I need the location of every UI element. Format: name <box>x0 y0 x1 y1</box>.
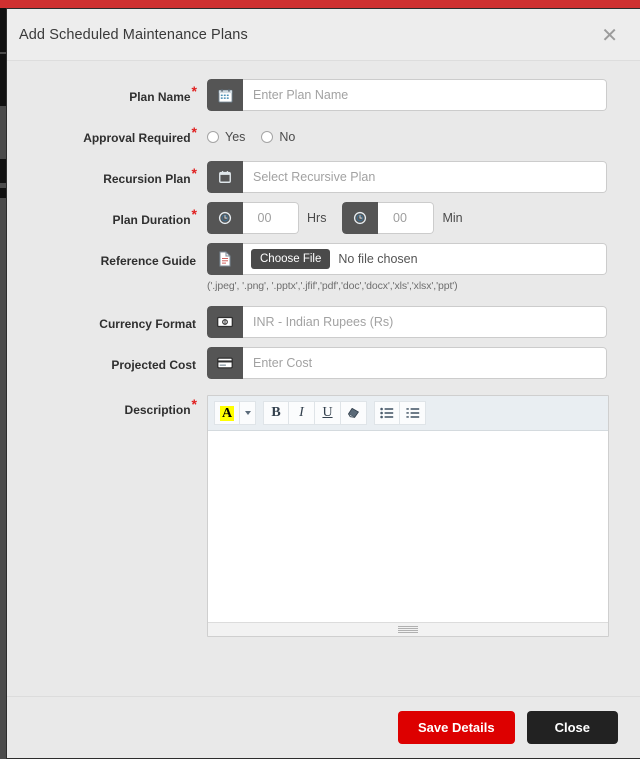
close-icon[interactable]: ✕ <box>597 23 622 47</box>
approval-required-label: Approval Required* <box>7 120 207 145</box>
currency-format-control: INR - Indian Rupees (Rs) <box>207 306 618 338</box>
description-control: A B I U <box>207 395 618 637</box>
recursion-plan-label: Recursion Plan* <box>7 161 207 186</box>
resize-handle-icon[interactable] <box>398 626 418 633</box>
remove-format-icon[interactable] <box>341 401 367 425</box>
underline-glyph: U <box>322 405 333 420</box>
reference-guide-label-text: Reference Guide <box>100 254 196 268</box>
description-text-area[interactable] <box>208 431 608 622</box>
required-marker: * <box>191 165 197 181</box>
field-row-plan-duration: Plan Duration* 00 Hrs 00 Min <box>7 202 618 234</box>
editor-toolbar: A B I U <box>208 396 608 431</box>
plan-duration-label-text: Plan Duration <box>112 213 191 227</box>
plan-name-input[interactable]: Enter Plan Name <box>243 79 607 111</box>
font-color-glyph: A <box>219 405 235 421</box>
duration-hours-unit: Hrs <box>307 211 327 225</box>
recursion-plan-select[interactable]: Select Recursive Plan <box>243 161 607 193</box>
plan-name-label: Plan Name* <box>7 79 207 104</box>
projected-cost-control: Enter Cost <box>207 347 618 379</box>
approval-required-control: Yes No <box>207 120 618 152</box>
add-scheduled-maintenance-plans-dialog: Add Scheduled Maintenance Plans ✕ Plan N… <box>6 8 640 759</box>
underline-icon[interactable]: U <box>315 401 341 425</box>
plan-name-input-group: Enter Plan Name <box>207 79 607 111</box>
radio-approval-yes-label: Yes <box>225 130 246 144</box>
reference-guide-input-group: Choose File No file chosen <box>207 243 607 275</box>
save-details-button[interactable]: Save Details <box>397 711 515 744</box>
field-row-approval-required: Approval Required* Yes No <box>7 120 618 152</box>
field-row-projected-cost: Projected Cost Enter Cost <box>7 347 618 379</box>
currency-format-input-group: INR - Indian Rupees (Rs) <box>207 306 607 338</box>
duration-minutes-unit: Min <box>442 211 463 225</box>
required-marker: * <box>191 396 197 412</box>
duration-minutes-group: 00 <box>342 202 435 234</box>
money-bill-icon <box>207 306 243 338</box>
field-row-reference-guide: Reference Guide Choose File No file chos… <box>7 243 618 292</box>
file-status-text: No file chosen <box>338 252 418 266</box>
radio-approval-no-label: No <box>279 130 296 144</box>
description-label: Description* <box>7 395 207 417</box>
clock-icon <box>207 202 243 234</box>
font-color-icon[interactable]: A <box>214 401 240 425</box>
close-button[interactable]: Close <box>526 711 618 744</box>
field-row-recursion-plan: Recursion Plan* Select Recursive Plan <box>7 161 618 193</box>
field-row-plan-name: Plan Name* Enter Plan Name <box>7 79 618 111</box>
italic-glyph: I <box>299 405 304 420</box>
currency-format-select[interactable]: INR - Indian Rupees (Rs) <box>243 306 607 338</box>
dialog-body: Plan Name* Enter Plan Name Approval Requ… <box>7 61 640 696</box>
bold-glyph: B <box>271 405 281 420</box>
currency-format-label: Currency Format <box>7 306 207 331</box>
caret-shape <box>244 411 251 415</box>
projected-cost-label: Projected Cost <box>7 347 207 372</box>
field-row-description: Description* A B I U <box>7 395 618 637</box>
reference-guide-file-input[interactable]: Choose File No file chosen <box>243 243 607 275</box>
plan-duration-control: 00 Hrs 00 Min <box>207 202 618 234</box>
plan-name-label-text: Plan Name <box>129 90 191 104</box>
duration-wrapper: 00 Hrs 00 Min <box>207 202 618 234</box>
document-icon <box>207 243 243 275</box>
required-marker: * <box>191 83 197 99</box>
choose-file-button[interactable]: Choose File <box>251 249 331 269</box>
clock-icon <box>342 202 379 234</box>
radio-approval-no[interactable] <box>261 131 274 143</box>
currency-format-label-text: Currency Format <box>99 317 196 331</box>
italic-icon[interactable]: I <box>289 401 315 425</box>
dialog-title: Add Scheduled Maintenance Plans <box>19 26 248 43</box>
recursion-plan-control: Select Recursive Plan <box>207 161 618 193</box>
credit-card-icon <box>207 347 243 379</box>
duration-minutes-select[interactable]: 00 <box>378 202 435 234</box>
required-marker: * <box>191 206 197 222</box>
ordered-list-icon[interactable] <box>400 401 426 425</box>
dialog-footer: Save Details Close <box>7 696 640 758</box>
field-row-currency-format: Currency Format INR - Indian Rupees (Rs) <box>7 306 618 338</box>
plan-duration-label: Plan Duration* <box>7 202 207 227</box>
reference-guide-control: Choose File No file chosen ('.jpeg', '.p… <box>207 243 618 292</box>
chevron-down-icon[interactable] <box>240 401 256 425</box>
approval-radio-group: Yes No <box>207 120 618 152</box>
duration-hours-select[interactable]: 00 <box>243 202 299 234</box>
projected-cost-input[interactable]: Enter Cost <box>243 347 607 379</box>
calendar-icon <box>207 79 243 111</box>
reference-guide-hint: ('.jpeg', '.png', '.pptx','.jfif','pdf',… <box>207 280 458 292</box>
dialog-header: Add Scheduled Maintenance Plans ✕ <box>7 9 640 61</box>
projected-cost-input-group: Enter Cost <box>207 347 607 379</box>
description-label-text: Description <box>124 403 191 417</box>
projected-cost-label-text: Projected Cost <box>111 358 196 372</box>
recursion-plan-input-group: Select Recursive Plan <box>207 161 607 193</box>
required-marker: * <box>191 124 197 140</box>
unordered-list-icon[interactable] <box>374 401 400 425</box>
app-root: Add Scheduled Maintenance Plans ✕ Plan N… <box>0 0 640 759</box>
duration-hours-group: 00 <box>207 202 299 234</box>
recursion-plan-label-text: Recursion Plan <box>103 172 191 186</box>
editor-resize-bar <box>208 622 608 636</box>
calendar-icon <box>207 161 243 193</box>
plan-name-control: Enter Plan Name <box>207 79 618 111</box>
reference-guide-label: Reference Guide <box>7 243 207 268</box>
app-accent-bar <box>0 0 640 8</box>
bold-icon[interactable]: B <box>263 401 289 425</box>
approval-required-label-text: Approval Required <box>83 131 191 145</box>
description-rich-text-editor: A B I U <box>207 395 609 637</box>
radio-approval-yes[interactable] <box>207 131 219 143</box>
